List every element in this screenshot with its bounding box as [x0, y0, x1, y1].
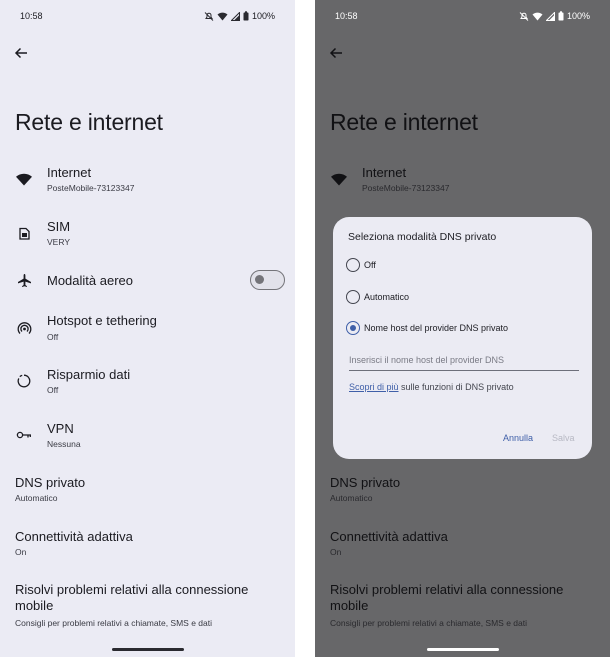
- radio-label: Off: [364, 260, 376, 270]
- mute-icon: [519, 11, 529, 21]
- airplane-mode-toggle[interactable]: [250, 270, 285, 290]
- settings-item-private-dns[interactable]: DNS privato Automatico: [0, 470, 295, 510]
- settings-item-title: DNS privato: [15, 475, 86, 490]
- settings-item-airplane-mode[interactable]: Modalità aereo: [0, 266, 295, 296]
- learn-more-suffix: sulle funzioni di DNS privato: [398, 382, 514, 392]
- battery-icon: [243, 11, 249, 21]
- settings-item-subtitle: PosteMobile-73123347: [362, 183, 450, 193]
- wifi-icon: [14, 169, 34, 189]
- toggle-knob: [255, 275, 264, 284]
- dns-option-hostname[interactable]: Nome host del provider DNS privato: [346, 320, 508, 336]
- settings-item-subtitle: Off: [47, 332, 59, 342]
- dns-option-off[interactable]: Off: [346, 257, 376, 273]
- home-indicator[interactable]: [427, 648, 499, 651]
- private-dns-dialog: Seleziona modalità DNS privato Off Autom…: [333, 217, 592, 459]
- settings-item-adaptive-connectivity[interactable]: Connettività adattiva On: [315, 524, 610, 564]
- radio-button-selected[interactable]: [346, 321, 360, 335]
- settings-item-subtitle: Automatico: [15, 493, 58, 503]
- dialog-title: Seleziona modalità DNS privato: [348, 231, 497, 243]
- back-arrow-icon: [14, 47, 27, 59]
- settings-item-troubleshoot-mobile[interactable]: Risolvi problemi relativi alla connessio…: [0, 578, 295, 638]
- dns-hostname-input[interactable]: [349, 351, 579, 371]
- signal-icon: [545, 11, 555, 21]
- settings-item-subtitle: Nessuna: [47, 439, 81, 449]
- settings-item-internet[interactable]: Internet PosteMobile-73123347: [0, 160, 295, 200]
- battery-percent: 100%: [251, 11, 275, 21]
- settings-item-subtitle: On: [330, 547, 342, 557]
- settings-item-subtitle: Off: [47, 385, 59, 395]
- settings-item-title: Risparmio dati: [47, 367, 131, 382]
- settings-item-subtitle: On: [15, 547, 27, 557]
- back-button[interactable]: [10, 42, 32, 64]
- status-bar: 10:58 100%: [335, 10, 590, 24]
- settings-item-title: Risolvi problemi relativi alla connessio…: [15, 582, 249, 613]
- settings-item-title: SIM: [47, 219, 71, 234]
- radio-button[interactable]: [346, 258, 360, 272]
- save-button[interactable]: Salva: [552, 433, 575, 443]
- radio-label: Nome host del provider DNS privato: [364, 323, 509, 333]
- settings-item-title: Internet: [362, 165, 407, 180]
- settings-item-title: Internet: [47, 165, 92, 180]
- settings-item-subtitle: PosteMobile-73123347: [47, 183, 135, 193]
- settings-screen-dimmed: 10:58 100% Rete e internet Internet Post…: [315, 0, 610, 657]
- page-title: Rete e internet: [330, 109, 478, 135]
- cancel-button[interactable]: Annulla: [503, 433, 533, 443]
- status-time: 10:58: [335, 11, 358, 21]
- dns-option-automatic[interactable]: Automatico: [346, 289, 409, 305]
- home-indicator[interactable]: [112, 648, 184, 651]
- settings-item-vpn[interactable]: VPN Nessuna: [0, 416, 295, 456]
- learn-more-text: Scopri di più sulle funzioni di DNS priv…: [349, 382, 514, 392]
- signal-icon: [230, 11, 240, 21]
- learn-more-link[interactable]: Scopri di più: [349, 382, 399, 392]
- settings-item-data-saver[interactable]: Risparmio dati Off: [0, 362, 295, 402]
- settings-item-subtitle: Consigli per problemi relativi a chiamat…: [15, 618, 213, 628]
- settings-screen: 10:58 100% Rete e internet Internet Post…: [0, 0, 295, 657]
- mute-icon: [204, 11, 214, 21]
- settings-item-subtitle: Automatico: [330, 493, 373, 503]
- radio-button[interactable]: [346, 290, 360, 304]
- radio-label: Automatico: [364, 292, 410, 302]
- settings-item-title: Modalità aereo: [47, 273, 133, 288]
- settings-item-title: VPN: [47, 421, 74, 436]
- back-button[interactable]: [325, 42, 347, 64]
- settings-item-title: Connettività adattiva: [330, 529, 448, 544]
- airplane-icon: [14, 270, 34, 290]
- wifi-status-icon: [217, 12, 228, 20]
- status-bar: 10:58 100%: [20, 10, 275, 24]
- sim-card-icon: [14, 223, 34, 243]
- hotspot-icon: [14, 318, 34, 338]
- settings-item-sim[interactable]: SIM VERY: [0, 214, 295, 254]
- vpn-key-icon: [14, 425, 34, 445]
- settings-item-subtitle: VERY: [47, 237, 70, 247]
- settings-item-adaptive-connectivity[interactable]: Connettività adattiva On: [0, 524, 295, 564]
- wifi-icon: [329, 169, 349, 189]
- settings-item-internet[interactable]: Internet PosteMobile-73123347: [315, 160, 610, 200]
- page-title: Rete e internet: [15, 109, 163, 135]
- back-arrow-icon: [329, 47, 342, 59]
- settings-item-title: DNS privato: [330, 475, 401, 490]
- status-time: 10:58: [20, 11, 43, 21]
- battery-percent: 100%: [566, 11, 590, 21]
- settings-item-private-dns[interactable]: DNS privato Automatico: [315, 470, 610, 510]
- settings-item-title: Connettività adattiva: [15, 529, 133, 544]
- settings-item-troubleshoot-mobile[interactable]: Risolvi problemi relativi alla connessio…: [315, 578, 610, 638]
- battery-icon: [558, 11, 564, 21]
- settings-item-title: Risolvi problemi relativi alla connessio…: [330, 582, 564, 613]
- settings-item-hotspot[interactable]: Hotspot e tethering Off: [0, 308, 295, 348]
- data-saver-icon: [14, 371, 34, 391]
- wifi-status-icon: [532, 12, 543, 20]
- settings-item-subtitle: Consigli per problemi relativi a chiamat…: [330, 618, 528, 628]
- settings-item-title: Hotspot e tethering: [47, 313, 157, 328]
